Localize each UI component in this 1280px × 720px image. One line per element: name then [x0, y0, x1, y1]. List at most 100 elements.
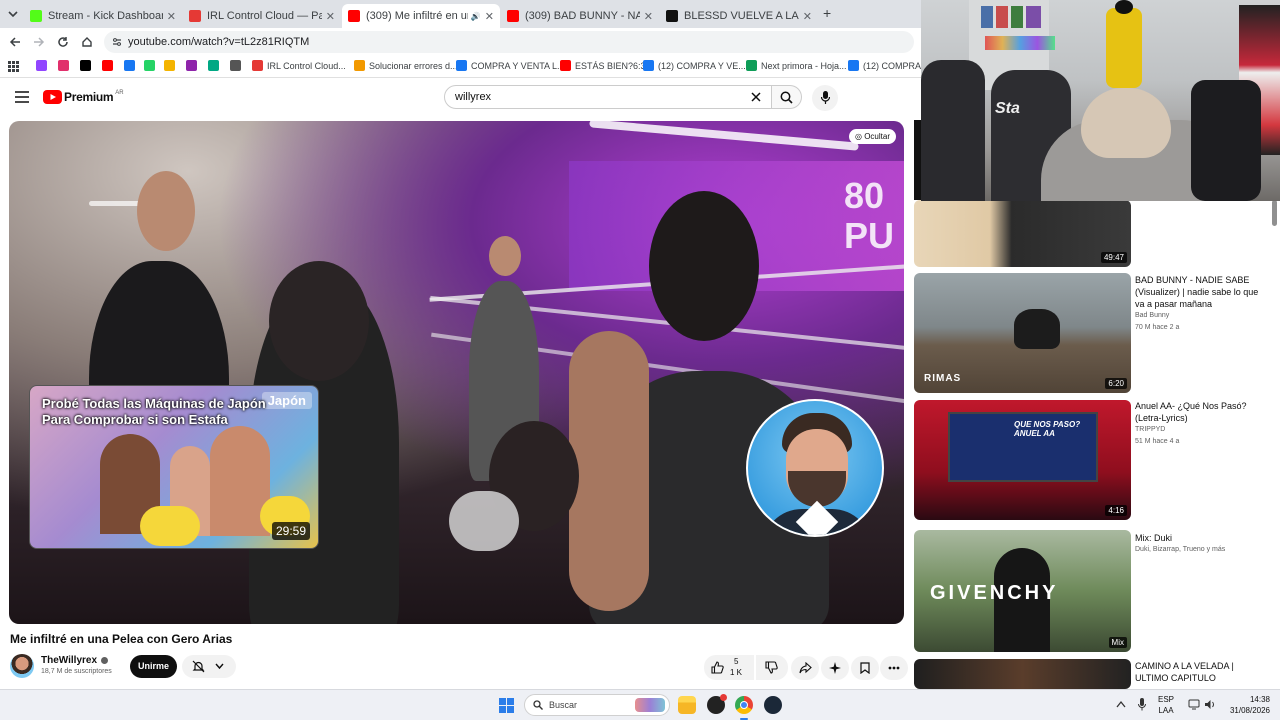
tab-close-icon[interactable]: ✕: [326, 10, 335, 23]
bookmark-item[interactable]: [230, 60, 245, 71]
forward-arrow-icon[interactable]: [33, 36, 45, 48]
tab-title: Stream - Kick Dashboard: [48, 10, 163, 22]
home-icon[interactable]: [81, 36, 93, 48]
end-screen-channel-avatar[interactable]: [746, 399, 884, 537]
windows-start-icon[interactable]: [499, 698, 514, 713]
tab-close-icon[interactable]: ✕: [485, 10, 494, 23]
bookmark-favicon-icon: [102, 60, 113, 71]
taskbar-search[interactable]: Buscar: [524, 694, 670, 716]
recommendation-channel[interactable]: Bad Bunny: [1135, 312, 1169, 319]
recommendation-title[interactable]: BAD BUNNY - NADIE SABE (Visualizer) | na…: [1135, 274, 1265, 310]
share-button[interactable]: [791, 656, 819, 680]
end-screen-video-card[interactable]: Japón Probé Todas las Máquinas de Japón …: [29, 385, 319, 549]
notifications-button[interactable]: [182, 655, 236, 678]
apps-grid-icon[interactable]: [8, 61, 19, 72]
bookmark-item[interactable]: [164, 60, 179, 71]
bookmark-item[interactable]: [80, 60, 95, 71]
bookmark-favicon-icon: [560, 60, 571, 71]
steam-icon[interactable]: [764, 696, 782, 714]
bookmark-item[interactable]: Solucionar errores d...: [354, 60, 458, 71]
browser-tab[interactable]: BLESSD VUELVE A LA ARGENTIN ✕: [660, 4, 818, 28]
browser-tab[interactable]: (309) Me infiltré en una Pele🔊 ✕: [342, 4, 500, 28]
person-head: [137, 171, 195, 251]
recommendation-thumbnail[interactable]: GIVENCHY Mix: [914, 530, 1131, 652]
input-language[interactable]: ESP LAA: [1158, 694, 1174, 716]
volume-icon[interactable]: [1204, 699, 1216, 710]
recommendation-thumbnail[interactable]: [914, 659, 1131, 689]
recommendation-thumbnail[interactable]: RIMAS 6:20: [914, 273, 1131, 393]
bookmark-label: ESTÁS BIEN?6:33: [575, 60, 651, 71]
channel-avatar[interactable]: [10, 654, 34, 678]
hide-overlay-button[interactable]: ◎ Ocultar: [849, 129, 896, 144]
reload-icon[interactable]: [57, 36, 69, 48]
horse-rider: [1014, 309, 1060, 349]
join-button[interactable]: Unirme: [130, 655, 177, 678]
tab-search-button[interactable]: [6, 7, 20, 21]
dislike-button[interactable]: [756, 655, 788, 680]
card-duration: 29:59: [271, 522, 310, 540]
address-bar[interactable]: youtube.com/watch?v=tL2z81RIQTM: [104, 31, 914, 53]
tab-close-icon[interactable]: ✕: [167, 10, 176, 23]
back-arrow-icon[interactable]: [9, 36, 21, 48]
bookmark-item[interactable]: [208, 60, 223, 71]
chevron-up-icon[interactable]: [1116, 700, 1126, 708]
recommendation-channel[interactable]: Duki, Bizarrap, Trueno y más: [1135, 546, 1225, 553]
bookmark-item[interactable]: Next primora - Hoja...: [746, 60, 847, 71]
logo-text: Premium: [64, 90, 114, 104]
file-explorer-icon[interactable]: [678, 696, 696, 714]
channel-name[interactable]: TheWillyrex: [41, 655, 109, 666]
bookmark-item[interactable]: [144, 60, 159, 71]
recommendation-channel[interactable]: TRIPPYD: [1135, 426, 1165, 433]
save-button[interactable]: [851, 656, 879, 680]
bookmark-item[interactable]: [36, 60, 51, 71]
menu-icon[interactable]: [15, 91, 29, 103]
browser-tab[interactable]: (309) BAD BUNNY - NADIE SAB ✕: [501, 4, 659, 28]
more-actions-button[interactable]: [880, 656, 908, 680]
like-button[interactable]: 5 1 K: [704, 655, 754, 680]
standing-person-head: [1115, 0, 1133, 14]
system-clock[interactable]: 14:38 31/08/2026: [1230, 694, 1270, 716]
thumb-text: QUE NOS PASO? ANUEL AA: [1014, 420, 1081, 438]
bookmark-item[interactable]: [124, 60, 139, 71]
recommendation-title[interactable]: CAMINO A LA VELADA | ULTIMO CAPITULO: [1135, 660, 1265, 684]
keyboard-layout: LAA: [1158, 706, 1174, 715]
chrome-icon[interactable]: [735, 696, 753, 714]
bookmark-item[interactable]: (12) COMPRA Y VE...: [643, 60, 746, 71]
search-value: willyrex: [455, 91, 492, 103]
tab-audio-icon[interactable]: 🔊: [471, 12, 481, 21]
recommendation-title[interactable]: Anuel AA- ¿Qué Nos Pasó? (Letra-Lyrics): [1135, 400, 1265, 424]
bookmark-item[interactable]: [58, 60, 73, 71]
browser-tab[interactable]: Stream - Kick Dashboard ✕: [24, 4, 182, 28]
bookmark-item[interactable]: COMPRA Y VENTA L...: [456, 60, 565, 71]
clock-date: 31/08/2026: [1229, 706, 1270, 715]
tab-close-icon[interactable]: ✕: [644, 10, 653, 23]
network-icon[interactable]: [1188, 699, 1200, 710]
microphone-icon[interactable]: [1138, 698, 1146, 711]
recommendation-thumbnail[interactable]: QUE NOS PASO? ANUEL AA 4:16: [914, 400, 1131, 520]
person-arm: [569, 331, 649, 611]
new-tab-button[interactable]: +: [823, 5, 831, 21]
streamer-head: [1081, 88, 1171, 158]
voice-search-button[interactable]: [812, 85, 838, 111]
bookmark-item[interactable]: IRL Control Cloud...: [252, 60, 346, 71]
sidebar-scrollbar[interactable]: [1272, 200, 1277, 226]
search-button[interactable]: [772, 85, 802, 109]
bookmark-item[interactable]: [102, 60, 117, 71]
share-icon: [798, 662, 812, 674]
video-player[interactable]: 80 PU ◎ Ocultar Japón Probé Todas las Máq…: [9, 121, 904, 624]
ask-ai-button[interactable]: [821, 656, 849, 680]
search-input[interactable]: willyrex: [444, 85, 772, 109]
language-code: ESP: [1158, 695, 1175, 704]
app-icon[interactable]: [707, 694, 727, 714]
clear-search-icon[interactable]: [751, 92, 761, 102]
site-info-icon[interactable]: [112, 37, 122, 47]
youtube-logo[interactable]: Premium AR: [43, 90, 124, 104]
browser-tab[interactable]: IRL Control Cloud — Panel de C ✕: [183, 4, 341, 28]
recommendation-title[interactable]: Mix: Duki: [1135, 532, 1265, 544]
bookmark-item[interactable]: ESTÁS BIEN?6:33: [560, 60, 651, 71]
microphone-icon: [821, 91, 830, 104]
recommendation-thumbnail[interactable]: 49:47: [914, 200, 1131, 267]
sparkle-icon: [829, 662, 841, 674]
tab-close-icon[interactable]: ✕: [803, 10, 812, 23]
bookmark-item[interactable]: [186, 60, 201, 71]
